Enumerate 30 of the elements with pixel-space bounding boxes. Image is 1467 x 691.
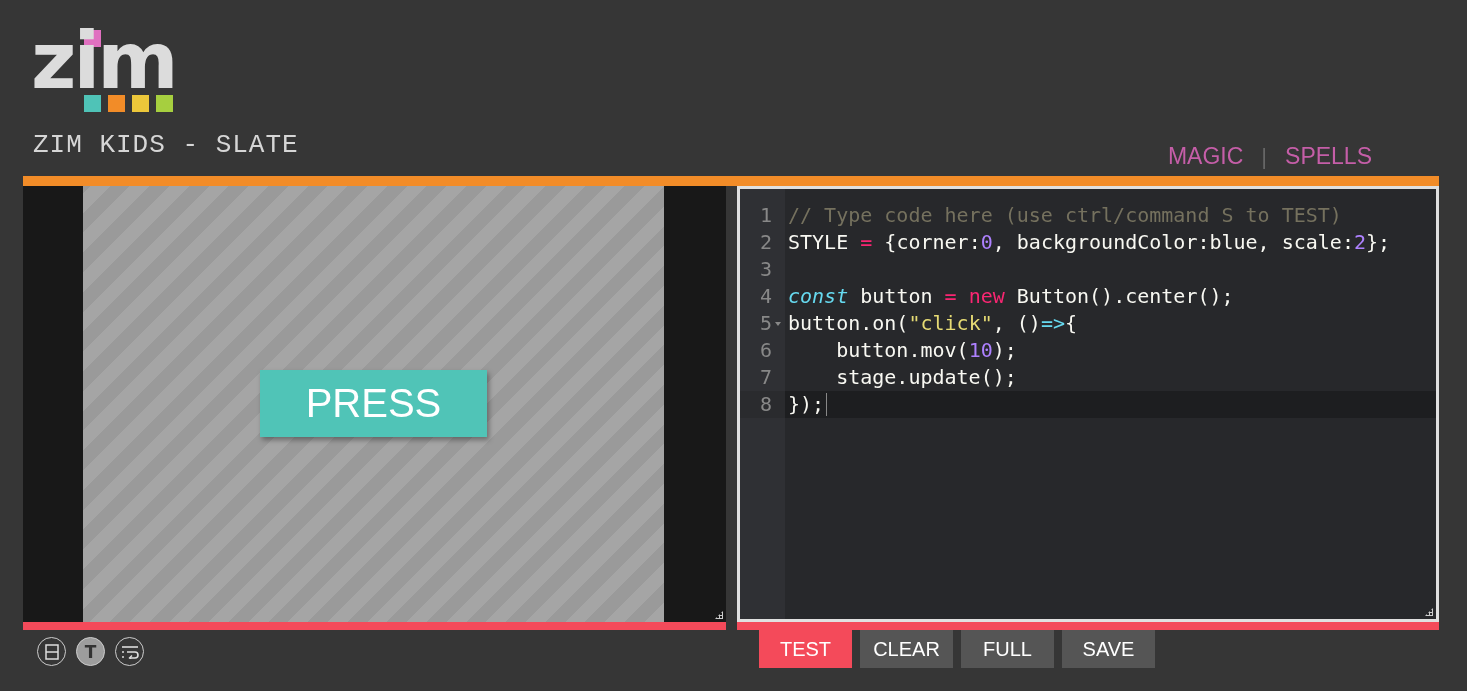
line-number: 3 (759, 257, 772, 281)
code-line: // Type code here (use ctrl/command S to TEST) (787, 202, 1342, 229)
code-line: const button = new Button().center(); (787, 283, 1234, 310)
code-line: stage.update(); (835, 364, 1017, 391)
action-button[interactable]: TEST (759, 630, 852, 668)
fold-arrow-icon[interactable] (775, 322, 781, 326)
text-button[interactable]: T (76, 637, 105, 666)
action-button[interactable]: SAVE (1062, 630, 1155, 668)
nav-link[interactable]: SPELLS (1285, 143, 1372, 170)
nav-link[interactable]: MAGIC (1167, 143, 1244, 170)
page-title: ZIM KIDS - SLATE (33, 130, 299, 160)
logo-drawing: zim (33, 30, 178, 114)
action-button[interactable]: CLEAR (860, 630, 953, 668)
action-button[interactable]: FULL (961, 630, 1054, 668)
text-wrap-icon (120, 644, 139, 659)
split-panel-icon (44, 643, 59, 660)
line-number: 7 (759, 365, 772, 389)
line-number: 6 (759, 338, 772, 362)
line-number: 5 (759, 311, 772, 335)
line-number: 8 (759, 392, 772, 416)
code-line: STYLE = {corner:0, backgroundColor:blue, scale:2}; (787, 229, 1391, 256)
code-editor[interactable] (737, 186, 1439, 622)
code-line: button.mov(10); (835, 337, 1017, 364)
text-cursor (826, 393, 828, 416)
line-number: 2 (759, 230, 772, 254)
code-line: button.on("click", ()=>{ (787, 310, 1078, 337)
nav-separator: | (1261, 143, 1268, 170)
line-number: 4 (759, 284, 772, 308)
code-line: }); (787, 391, 826, 418)
line-number: 1 (759, 203, 772, 227)
